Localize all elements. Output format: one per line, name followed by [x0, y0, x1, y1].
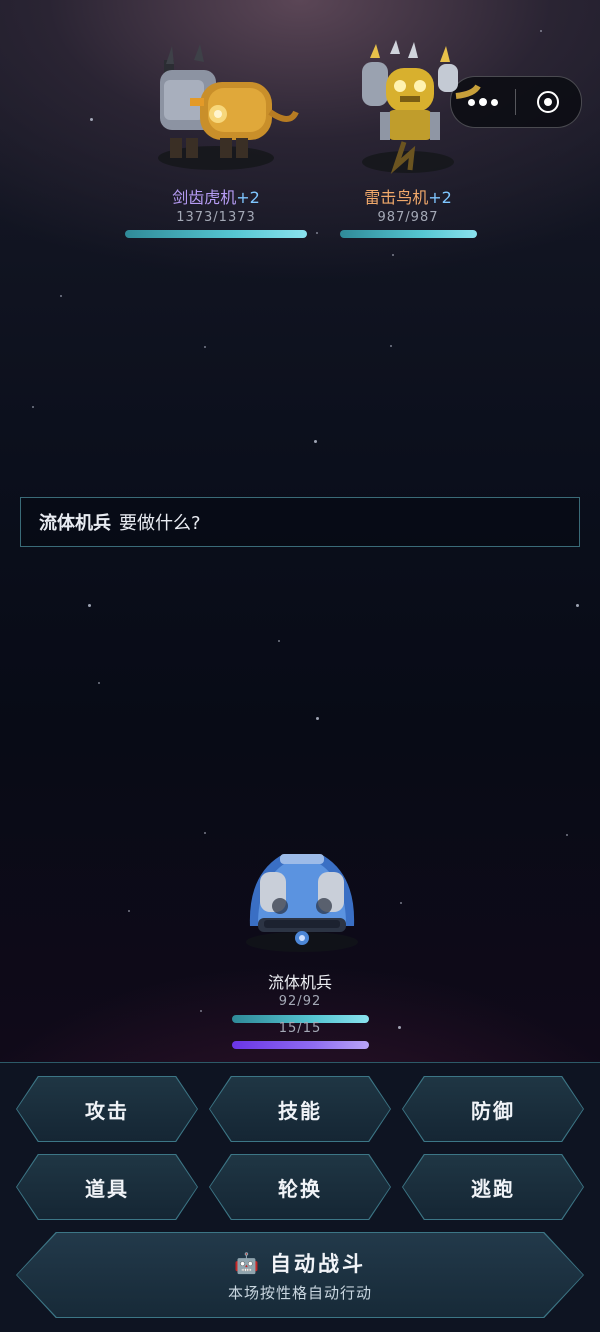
auto-battle-button[interactable]: 🤖 自动战斗 本场按性格自动行动: [16, 1232, 584, 1318]
attack-label: 攻击: [17, 1077, 197, 1141]
enemy-level: +2: [428, 188, 452, 207]
item-label: 道具: [17, 1155, 197, 1219]
enemy-name-text: 剑齿虎机: [172, 188, 237, 207]
player-name: 流体机兵: [267, 973, 332, 992]
flee-button[interactable]: 逃跑: [402, 1154, 584, 1220]
enemy-name: 雷击鸟机+2: [308, 184, 508, 208]
enemy-hp-bar: [340, 230, 477, 238]
defend-button[interactable]: 防御: [402, 1076, 584, 1142]
skill-button[interactable]: 技能: [209, 1076, 391, 1142]
auto-battle-title: 🤖 自动战斗: [234, 1248, 366, 1278]
active-unit-name: 流体机兵: [39, 513, 111, 534]
enemy-hp-text: 987/987: [377, 210, 439, 225]
enemy-hp-text: 1373/1373: [176, 210, 256, 225]
auto-battle-subtitle: 本场按性格自动行动: [227, 1283, 372, 1302]
attack-button[interactable]: 攻击: [16, 1076, 198, 1142]
enemy-hp-bar: [125, 230, 307, 238]
player-hp-text: 92/92: [278, 994, 322, 1009]
enemy-name: 剑齿虎机+2: [116, 184, 316, 208]
enemy-name-text: 雷击鸟机: [364, 188, 429, 207]
battle-prompt-box: 流体机兵 要做什么?: [20, 497, 580, 547]
prompt-text: 要做什么?: [119, 513, 201, 534]
player-mp-text: 15/15: [278, 1021, 322, 1036]
fluid-mech-sprite: [246, 854, 358, 952]
thunderbird-mech-sprite: [362, 40, 481, 174]
skill-label: 技能: [210, 1077, 390, 1141]
robot-icon: 🤖: [234, 1250, 262, 1275]
target-circle-icon[interactable]: [516, 77, 580, 127]
sabertooth-mech-sprite: [158, 44, 299, 170]
enemy-level: +2: [236, 188, 260, 207]
item-button[interactable]: 道具: [16, 1154, 198, 1220]
player-mp-bar: [232, 1041, 369, 1049]
flee-label: 逃跑: [403, 1155, 583, 1219]
switch-button[interactable]: 轮换: [209, 1154, 391, 1220]
panel-divider: [0, 1062, 600, 1063]
switch-label: 轮换: [210, 1155, 390, 1219]
auto-battle-label: 自动战斗: [269, 1251, 366, 1276]
defend-label: 防御: [403, 1077, 583, 1141]
